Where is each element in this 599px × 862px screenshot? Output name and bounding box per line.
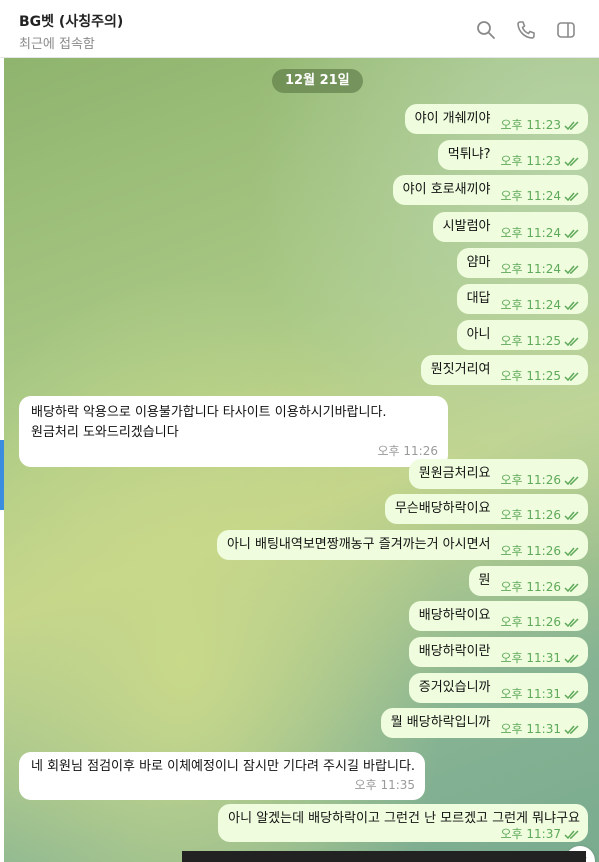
read-checkmarks-icon — [564, 336, 579, 346]
read-checkmarks-icon — [564, 510, 579, 520]
outgoing-message[interactable]: 배당하락이요 오후 11:26 — [408, 601, 588, 631]
message-time: 오후 11:26 — [500, 508, 561, 522]
message-text: 시발럼아 — [442, 219, 491, 234]
message-text: 뭔 — [478, 573, 491, 588]
outgoing-message[interactable]: 시발럼아 오후 11:24 — [432, 212, 588, 242]
read-checkmarks-icon — [564, 264, 579, 274]
message-text: 네 회원님 점검이후 바로 이체예정이니 잠시만 기다려 주시길 바랍니다. — [31, 759, 416, 774]
outgoing-message[interactable]: 야이 호로새끼야 오후 11:24 — [392, 175, 588, 205]
outgoing-message[interactable]: 먹튀냐? 오후 11:23 — [437, 140, 588, 170]
read-checkmarks-icon — [564, 371, 579, 381]
outgoing-message[interactable]: 아니 알겠는데 배당하락이고 그런건 난 모르겠고 그런게 뭐냐구요 오후 11… — [218, 804, 588, 842]
message-time: 오후 11:24 — [500, 262, 561, 276]
outgoing-message[interactable]: 뭔짓거리여 오후 11:25 — [420, 355, 588, 385]
read-checkmarks-icon — [564, 228, 579, 238]
outgoing-message[interactable]: 야이 개쉐끼야 오후 11:23 — [404, 104, 588, 134]
read-checkmarks-icon — [564, 120, 579, 130]
read-checkmarks-icon — [564, 300, 579, 310]
message-time: 오후 11:31 — [500, 722, 561, 736]
message-text: 배당하락이요 — [418, 608, 491, 623]
message-text: 야이 개쉐끼야 — [414, 111, 491, 126]
message-time: 오후 11:26 — [500, 473, 561, 487]
outgoing-message[interactable]: 배당하락이란 오후 11:31 — [408, 637, 588, 667]
outgoing-message[interactable]: 얌마 오후 11:24 — [456, 248, 588, 278]
message-text: 뭔짓거리여 — [430, 362, 491, 377]
read-checkmarks-icon — [564, 546, 579, 556]
outgoing-message[interactable]: 아니 배팅내역보면짱깨농구 즐겨까는거 아시면서 오후 11:26 — [216, 530, 588, 560]
outgoing-message[interactable]: 뭔원금처리요 오후 11:26 — [408, 459, 588, 489]
read-checkmarks-icon — [564, 689, 579, 699]
taskbar-strip — [182, 851, 586, 862]
message-text: 뭔원금처리요 — [418, 466, 491, 481]
read-checkmarks-icon — [564, 724, 579, 734]
outgoing-message[interactable]: 증거있습니까 오후 11:31 — [408, 673, 588, 703]
message-time: 오후 11:24 — [500, 298, 561, 312]
message-text: 아니 배팅내역보면짱깨농구 즐겨까는거 아시면서 — [226, 537, 491, 552]
message-time: 오후 11:24 — [500, 226, 561, 240]
read-checkmarks-icon — [564, 829, 579, 839]
message-time: 오후 11:26 — [500, 580, 561, 594]
message-text-line2: 원금처리 도와드리겠습니다 — [31, 425, 179, 440]
message-time: 오후 11:25 — [500, 334, 561, 348]
message-time: 오후 11:26 — [377, 444, 438, 458]
message-text-line1: 배당하락 악용으로 이용불가합니다 타사이트 이용하시기바랍니다. — [31, 405, 387, 420]
message-time: 오후 11:25 — [500, 369, 561, 383]
message-text: 뭘 배당하락입니까 — [390, 715, 491, 730]
message-time: 오후 11:31 — [500, 687, 561, 701]
read-checkmarks-icon — [564, 617, 579, 627]
read-checkmarks-icon — [564, 582, 579, 592]
message-text: 대답 — [466, 291, 491, 306]
message-time: 오후 11:37 — [500, 827, 561, 841]
read-checkmarks-icon — [564, 156, 579, 166]
chat-header: BG벳 (사칭주의) 최근에 접속함 — [0, 0, 599, 58]
message-time: 오후 11:31 — [500, 651, 561, 665]
message-text: 얌마 — [466, 255, 491, 270]
message-text: 증거있습니까 — [418, 680, 491, 695]
outgoing-message[interactable]: 무슨배당하락이요 오후 11:26 — [384, 494, 588, 524]
read-checkmarks-icon — [564, 475, 579, 485]
message-text: 무슨배당하락이요 — [394, 501, 491, 516]
message-time: 오후 11:26 — [500, 544, 561, 558]
outgoing-message[interactable]: 아니 오후 11:25 — [456, 320, 588, 350]
incoming-message[interactable]: 배당하락 악용으로 이용불가합니다 타사이트 이용하시기바랍니다. 원금처리 도… — [19, 396, 448, 467]
message-time: 오후 11:26 — [500, 615, 561, 629]
last-seen-status: 최근에 접속함 — [19, 37, 95, 52]
incoming-message[interactable]: 네 회원님 점검이후 바로 이체예정이니 잠시만 기다려 주시길 바랍니다. 오… — [19, 752, 426, 800]
read-checkmarks-icon — [564, 191, 579, 201]
date-divider: 12월 21일 — [272, 69, 363, 93]
outgoing-message[interactable]: 뭔 오후 11:26 — [468, 566, 588, 596]
outgoing-message[interactable]: 뭘 배당하락입니까 오후 11:31 — [380, 708, 588, 738]
message-text: 아니 — [466, 327, 491, 342]
message-text: 야이 호로새끼야 — [402, 182, 491, 197]
phone-icon[interactable] — [516, 20, 536, 40]
message-time: 오후 11:23 — [500, 118, 561, 132]
message-text: 배당하락이란 — [418, 644, 491, 659]
chat-title[interactable]: BG벳 (사칭주의) — [19, 11, 123, 31]
sidebar-toggle-icon[interactable] — [556, 20, 576, 40]
outgoing-message[interactable]: 대답 오후 11:24 — [456, 284, 588, 314]
message-time: 오후 11:24 — [500, 189, 561, 203]
search-icon[interactable] — [476, 20, 496, 40]
message-list[interactable]: 12월 21일 야이 개쉐끼야 오후 11:23 먹튀냐? 오후 11:23 야이 … — [4, 58, 599, 862]
message-text: 먹튀냐? — [447, 147, 491, 162]
message-time: 오후 11:23 — [500, 154, 561, 168]
message-time: 오후 11:35 — [354, 778, 416, 792]
read-checkmarks-icon — [564, 653, 579, 663]
